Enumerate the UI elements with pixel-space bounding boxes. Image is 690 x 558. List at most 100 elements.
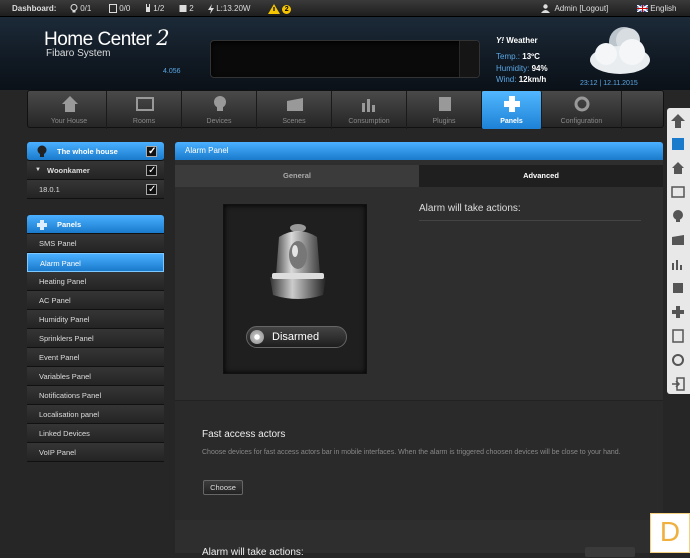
sidebar-item-localisation-panel[interactable]: Localisation panel (27, 405, 164, 424)
blinds-count: 0/0 (119, 4, 131, 13)
nav-panels[interactable]: Panels (482, 91, 542, 129)
doors-count: 2 (189, 4, 194, 13)
scenes-icon[interactable] (671, 233, 685, 247)
nav-label: Panels (500, 118, 523, 125)
disarm-toggle[interactable]: Disarmed (246, 326, 347, 348)
sidebar-device[interactable]: 18.0.1 (27, 180, 164, 199)
choose-button[interactable]: Choose (203, 480, 243, 495)
plugin-icon (438, 97, 451, 111)
uk-flag-icon (636, 4, 649, 14)
gear-icon[interactable] (671, 353, 685, 367)
rooms-icon (135, 97, 154, 111)
device-checkbox[interactable] (146, 180, 157, 199)
lightning-icon (208, 4, 214, 14)
tab-advanced[interactable]: Advanced (419, 165, 663, 187)
room-checkbox[interactable] (146, 161, 157, 180)
humidity-value: 94% (531, 64, 548, 73)
sidebar-item-linked-devices[interactable]: Linked Devices (27, 424, 164, 443)
dashboard-label: Dashboard: (12, 4, 57, 13)
arrow-up-icon[interactable] (671, 114, 685, 128)
puzzle-icon[interactable] (671, 305, 685, 319)
temp-value: 13ºC (522, 52, 540, 61)
sidebar-item-heating-panel[interactable]: Heating Panel (27, 272, 164, 291)
nav-your-house[interactable]: Your House (32, 91, 107, 129)
cloud-moon-icon (590, 27, 650, 74)
bulb-icon[interactable] (671, 209, 685, 223)
gates-status[interactable]: 1/2 (145, 4, 164, 13)
brand-name: Home Center (44, 29, 152, 50)
lights-status[interactable]: 0/1 (70, 4, 91, 13)
sidebar-house-label: The whole house (57, 147, 118, 156)
datetime: 23:12 | 12.11.2015 (580, 80, 638, 87)
sidebar-item-notifications-panel[interactable]: Notifications Panel (27, 386, 164, 405)
fast-access-title: Fast access actors (202, 429, 286, 440)
warning-icon (268, 4, 280, 14)
message-scrollbar[interactable] (459, 41, 479, 77)
nav-scenes[interactable]: Scenes (257, 91, 332, 129)
user-logout-link[interactable]: Admin [Logout] (554, 4, 608, 13)
nav-plugins[interactable]: Plugins (407, 91, 482, 129)
sidebar-item-variables-panel[interactable]: Variables Panel (27, 367, 164, 386)
alerts-status[interactable]: 2 (268, 4, 292, 15)
chart-icon (361, 99, 375, 112)
nav-configuration[interactable]: Configuration (542, 91, 622, 129)
house-checkbox[interactable] (146, 142, 157, 161)
alarm-widget: Disarmed (223, 204, 367, 374)
nav-label: Your House (50, 118, 88, 125)
chevron-down-icon: ▼ (35, 167, 41, 173)
puzzle-icon (37, 220, 47, 230)
sidebar-item-humidity-panel[interactable]: Humidity Panel (27, 310, 164, 329)
checklist-icon[interactable] (671, 329, 685, 343)
bulb-icon (70, 4, 78, 13)
language-selector[interactable]: English (636, 4, 676, 14)
nav-consumption[interactable]: Consumption (332, 91, 407, 129)
bulb-icon (213, 96, 226, 111)
sidebar-item-alarm-panel[interactable]: Alarm Panel (27, 253, 164, 272)
gear-icon (574, 96, 590, 112)
blinds-status[interactable]: 0/0 (109, 4, 131, 14)
panels-header: Panels (27, 215, 164, 234)
nav-rooms[interactable]: Rooms (107, 91, 182, 129)
chart-icon[interactable] (671, 257, 685, 271)
nav-label: Configuration (560, 118, 603, 125)
left-sidebar: The whole house ▼ Woonkamer 18.0.1 Panel… (27, 142, 164, 462)
house-icon (61, 96, 78, 112)
puzzle-icon (504, 96, 520, 112)
tab-general[interactable]: General (175, 165, 419, 187)
divider (419, 220, 641, 221)
sidebar-item-ac-panel[interactable]: AC Panel (27, 291, 164, 310)
sidebar-room[interactable]: ▼ Woonkamer (27, 161, 164, 180)
temp-label: Temp.: (496, 52, 521, 61)
rooms-icon[interactable] (671, 185, 685, 199)
plug-icon (146, 4, 150, 13)
plugin-icon[interactable] (671, 281, 685, 295)
gates-count: 1/2 (153, 4, 165, 13)
panel-list: SMS Panel Alarm Panel Heating Panel AC Pane… (27, 234, 164, 462)
sidebar-item-event-panel[interactable]: Event Panel (27, 348, 164, 367)
doors-status[interactable]: 2 (179, 4, 194, 13)
sidebar-item-voip-panel[interactable]: VoIP Panel (27, 443, 164, 462)
nav-label: Devices (206, 118, 232, 125)
sidebar-whole-house[interactable]: The whole house (27, 142, 164, 161)
sidebar-item-sms-panel[interactable]: SMS Panel (27, 234, 164, 253)
weather-title: Y! Weather (496, 36, 538, 45)
nav-label: Plugins (432, 118, 456, 125)
disarm-label: Disarmed (272, 331, 320, 343)
section-button[interactable] (585, 547, 635, 557)
alerts-badge: 2 (282, 5, 292, 15)
house-icon[interactable] (671, 161, 685, 175)
nav-devices[interactable]: Devices (182, 91, 257, 129)
power-status[interactable]: L:13.20W (208, 4, 250, 14)
sidebar-item-sprinklers-panel[interactable]: Sprinklers Panel (27, 329, 164, 348)
user-menu[interactable]: Admin [Logout] (541, 4, 608, 14)
nav-label: Scenes (282, 118, 306, 125)
door-icon (179, 5, 187, 13)
nav-label: Rooms (132, 118, 156, 125)
yahoo-icon: Y! (496, 36, 504, 45)
weather-label: Weather (506, 36, 538, 45)
logout-icon[interactable] (671, 377, 685, 391)
panel-icon[interactable] (671, 137, 685, 151)
brand-number: 2 (156, 26, 170, 50)
tab-bar: General Advanced (175, 165, 663, 187)
version: 4.056 (163, 68, 181, 75)
